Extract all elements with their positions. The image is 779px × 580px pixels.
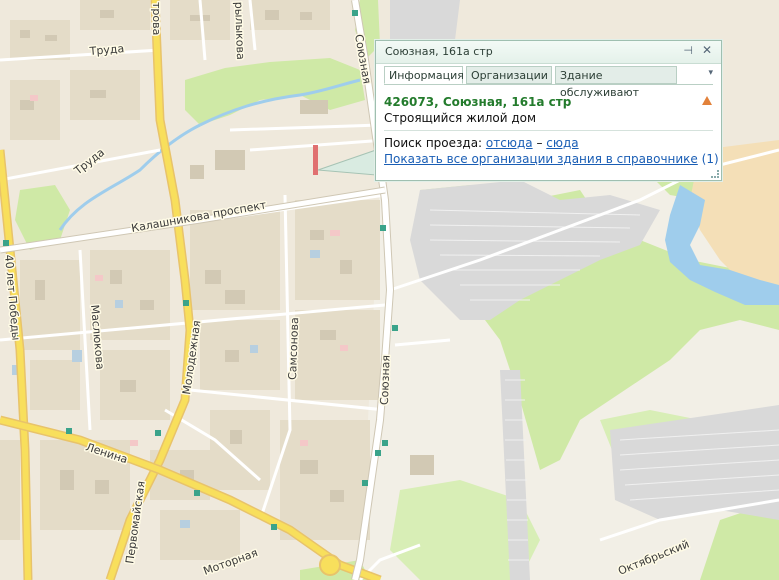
street-label-samsonova: Самсонова [286, 317, 301, 380]
route-label: Поиск проезда: [384, 136, 483, 150]
route-from-link[interactable]: отсюда [486, 136, 533, 150]
divider [384, 130, 713, 131]
building-address: 426073, Союзная, 161а стр [384, 95, 572, 109]
building-type: Строящийся жилой дом [384, 111, 537, 125]
street-label-krylova: рылыкова [232, 2, 247, 60]
resize-grip-icon[interactable] [711, 170, 719, 178]
tab-building-services[interactable]: Здание обслуживают [555, 66, 677, 99]
pin-icon[interactable]: ⊣ [683, 44, 693, 57]
balloon-titlebar: Союзная, 161а стр ⊣ ✕ [376, 41, 721, 64]
balloon-tabs: Информация Организации Здание обслуживаю… [384, 66, 713, 99]
info-balloon: Союзная, 161а стр ⊣ ✕ Информация Организ… [375, 40, 722, 181]
tab-information[interactable]: Информация [384, 66, 464, 84]
route-dash: – [536, 136, 543, 150]
selected-building-marker[interactable] [313, 145, 318, 175]
warning-icon[interactable] [702, 96, 712, 105]
tab-organizations[interactable]: Организации [466, 66, 552, 84]
roundabout [319, 554, 341, 576]
orgs-count: (1) [701, 152, 719, 166]
chevron-down-icon[interactable]: ▾ [708, 68, 713, 78]
tab-divider [384, 84, 713, 85]
show-orgs-link[interactable]: Показать все организации здания в справо… [384, 152, 698, 166]
route-to-link[interactable]: сюда [546, 136, 578, 150]
close-icon[interactable]: ✕ [702, 43, 712, 57]
street-label-petrova: трова [150, 2, 163, 35]
balloon-title: Союзная, 161а стр [385, 45, 493, 58]
street-label-soyuznaya-mid: Союзная [378, 355, 393, 406]
route-search: Поиск проезда: отсюда – сюда [384, 136, 579, 150]
show-orgs-row: Показать все организации здания в справо… [384, 152, 719, 166]
